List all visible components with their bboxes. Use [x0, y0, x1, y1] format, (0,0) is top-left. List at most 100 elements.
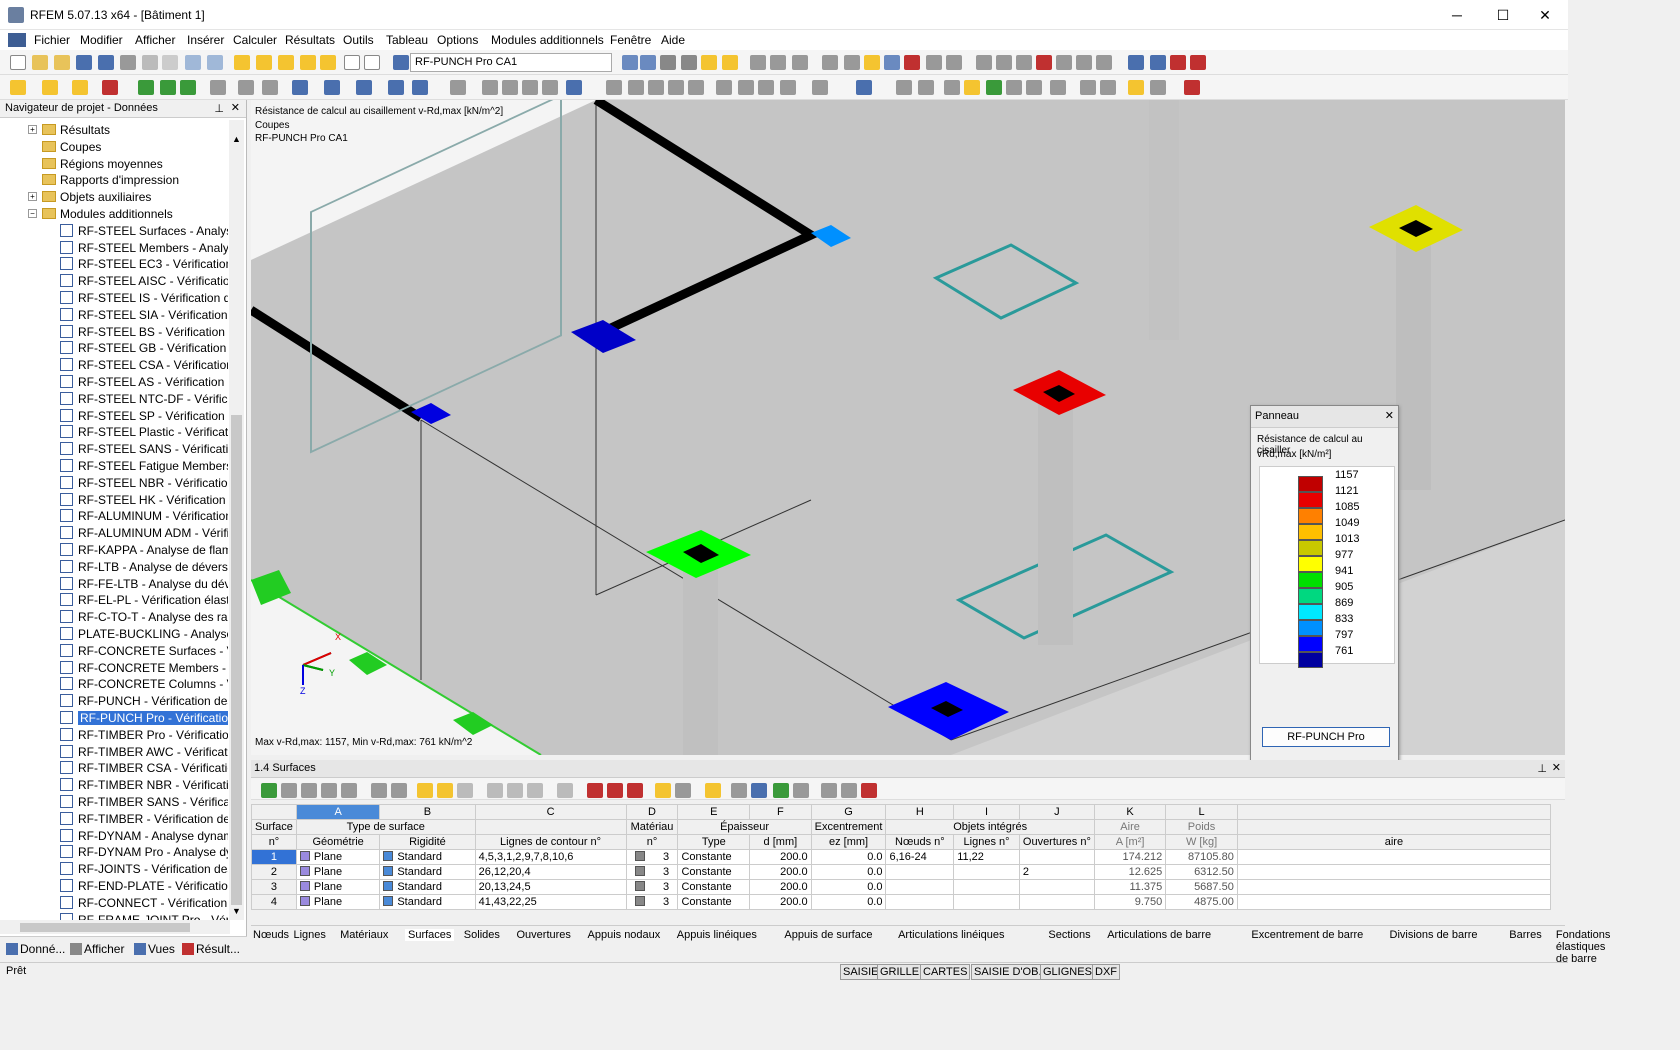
table-cell[interactable]: [953, 864, 1020, 880]
next-icon[interactable]: [640, 55, 656, 70]
menu-tableau[interactable]: Tableau: [386, 33, 428, 47]
tree-item[interactable]: RF-KAPPA - Analyse de flamb: [60, 542, 228, 559]
table-cell[interactable]: Plane: [295, 879, 381, 895]
tree-item[interactable]: RF-STEEL Members - Analyse: [60, 240, 228, 257]
tree-item[interactable]: RF-STEEL Plastic - Vérification: [60, 424, 228, 441]
export-icon[interactable]: [1128, 55, 1144, 70]
expand-icon[interactable]: +: [28, 125, 37, 134]
measure-icon[interactable]: [946, 55, 962, 70]
menu-resultats[interactable]: Résultats: [285, 33, 335, 47]
table-cell[interactable]: 0.0: [810, 894, 887, 910]
table-cell[interactable]: 11,22: [953, 849, 1020, 865]
table-scrollbar[interactable]: [1551, 804, 1565, 910]
table-tab[interactable]: Matériaux: [340, 929, 388, 941]
collapse-icon[interactable]: −: [28, 209, 37, 218]
tool-2-icon[interactable]: [996, 55, 1012, 70]
table-cell[interactable]: 2: [1018, 864, 1095, 880]
table-tool-16-icon[interactable]: [607, 783, 623, 798]
table-cell[interactable]: Constante: [677, 849, 751, 865]
load-case-select[interactable]: RF-PUNCH Pro CA1: [410, 53, 612, 72]
display-14-icon[interactable]: [1150, 80, 1166, 95]
tree-item[interactable]: RF-STEEL IS - Vérification des: [60, 290, 228, 307]
table-tool-20-icon[interactable]: [705, 783, 721, 798]
support-3-icon[interactable]: [180, 80, 196, 95]
view-x-icon[interactable]: [628, 80, 644, 95]
display-8-icon[interactable]: [1006, 80, 1022, 95]
table-tab[interactable]: Sections: [1048, 929, 1090, 941]
target-icon[interactable]: [278, 55, 294, 70]
table-cell[interactable]: 11.375: [1093, 879, 1167, 895]
menu-options[interactable]: Options: [437, 33, 478, 47]
table-cell[interactable]: [885, 894, 955, 910]
display-3-icon[interactable]: [896, 80, 912, 95]
table-tab[interactable]: Divisions de barre: [1390, 929, 1478, 941]
table-cell[interactable]: 6,16-24: [885, 849, 955, 865]
copy-icon[interactable]: [162, 55, 178, 70]
table-tool-7-icon[interactable]: [391, 783, 407, 798]
table-tab[interactable]: Appuis nodaux: [588, 929, 661, 941]
display-icon[interactable]: [812, 80, 828, 95]
tree-item[interactable]: RF-LTB - Analyse de déversen: [60, 559, 228, 576]
tool-6-icon[interactable]: [1076, 55, 1092, 70]
delete-icon[interactable]: [904, 55, 920, 70]
render-3-icon[interactable]: [502, 80, 518, 95]
table-tool-15-icon[interactable]: [587, 783, 603, 798]
table-cell[interactable]: 4875.00: [1165, 894, 1238, 910]
zoom-4-icon[interactable]: [780, 80, 796, 95]
tree-item[interactable]: RF-CONNECT - Vérification d: [60, 895, 228, 912]
view-y-icon[interactable]: [648, 80, 664, 95]
tree-item[interactable]: Régions moyennes: [42, 156, 163, 173]
render-5-icon[interactable]: [542, 80, 558, 95]
table-tab[interactable]: Surfaces: [405, 929, 455, 941]
table-cell[interactable]: 174.212: [1093, 849, 1167, 865]
tab-resultats[interactable]: Résult...: [182, 942, 240, 956]
col-letter-d[interactable]: D: [625, 804, 679, 820]
zoom-3-icon[interactable]: [758, 80, 774, 95]
table-cell[interactable]: 9.750: [1093, 894, 1167, 910]
table-cell[interactable]: Plane: [295, 849, 381, 865]
document-icon[interactable]: [8, 33, 26, 47]
tree-item[interactable]: RF-TIMBER CSA - Vérification: [60, 760, 228, 777]
table-cell[interactable]: 4,5,3,1,2,9,7,8,10,6: [474, 849, 627, 865]
table-tool-5-icon[interactable]: [341, 783, 357, 798]
view-iso-icon[interactable]: [606, 80, 622, 95]
table-tool-8-icon[interactable]: [417, 783, 433, 798]
tree-item[interactable]: RF-STEEL SP - Vérification des: [60, 408, 228, 425]
table-cell[interactable]: [953, 894, 1020, 910]
col-letter-a[interactable]: A: [295, 804, 381, 820]
table-tab[interactable]: Lignes: [294, 929, 326, 941]
tree-item[interactable]: RF-DYNAM - Analyse dynami: [60, 828, 228, 845]
table-tool-10-icon[interactable]: [457, 783, 473, 798]
col-letter-e[interactable]: E: [677, 804, 751, 820]
tool-5-icon[interactable]: [1056, 55, 1072, 70]
table-tab[interactable]: Articulations linéiques: [898, 929, 1004, 941]
table-cell[interactable]: 26,12,20,4: [474, 864, 627, 880]
table-row[interactable]: 2 Plane Standard 26,12,20,4 3 Constante 200.0 0…: [251, 864, 1551, 880]
display-13-icon[interactable]: [1128, 80, 1144, 95]
load-icon[interactable]: [292, 80, 308, 95]
formula-2-icon[interactable]: [861, 783, 877, 798]
table-tool-19-icon[interactable]: [675, 783, 691, 798]
select-icon[interactable]: [864, 55, 880, 70]
tree-item[interactable]: RF-FRAME-JOINT Pro - Vérific: [60, 912, 228, 920]
tree-item[interactable]: RF-PUNCH Pro - Vérification: [60, 710, 228, 727]
hinge-2-icon[interactable]: [238, 80, 254, 95]
zoom-2-icon[interactable]: [738, 80, 754, 95]
display-12-icon[interactable]: [1100, 80, 1116, 95]
table-cell[interactable]: 200.0: [749, 894, 812, 910]
new-icon[interactable]: [10, 55, 26, 70]
tree-item[interactable]: RF-STEEL BS - Vérification des: [60, 324, 228, 341]
table-cell[interactable]: [1236, 849, 1551, 865]
search-icon[interactable]: [256, 55, 272, 70]
print-icon[interactable]: [120, 55, 136, 70]
load-4-icon[interactable]: [388, 80, 404, 95]
table-cell[interactable]: 1: [251, 849, 297, 865]
tab-afficher[interactable]: Afficher: [70, 942, 124, 956]
render-4-icon[interactable]: [522, 80, 538, 95]
col-letter-g[interactable]: G: [810, 804, 887, 820]
dimension-icon[interactable]: [926, 55, 942, 70]
table-cell[interactable]: [1018, 849, 1095, 865]
pin-icon[interactable]: ⊥: [214, 102, 224, 115]
table-cell[interactable]: 6312.50: [1165, 864, 1238, 880]
tree-item[interactable]: + Résultats: [28, 122, 110, 139]
